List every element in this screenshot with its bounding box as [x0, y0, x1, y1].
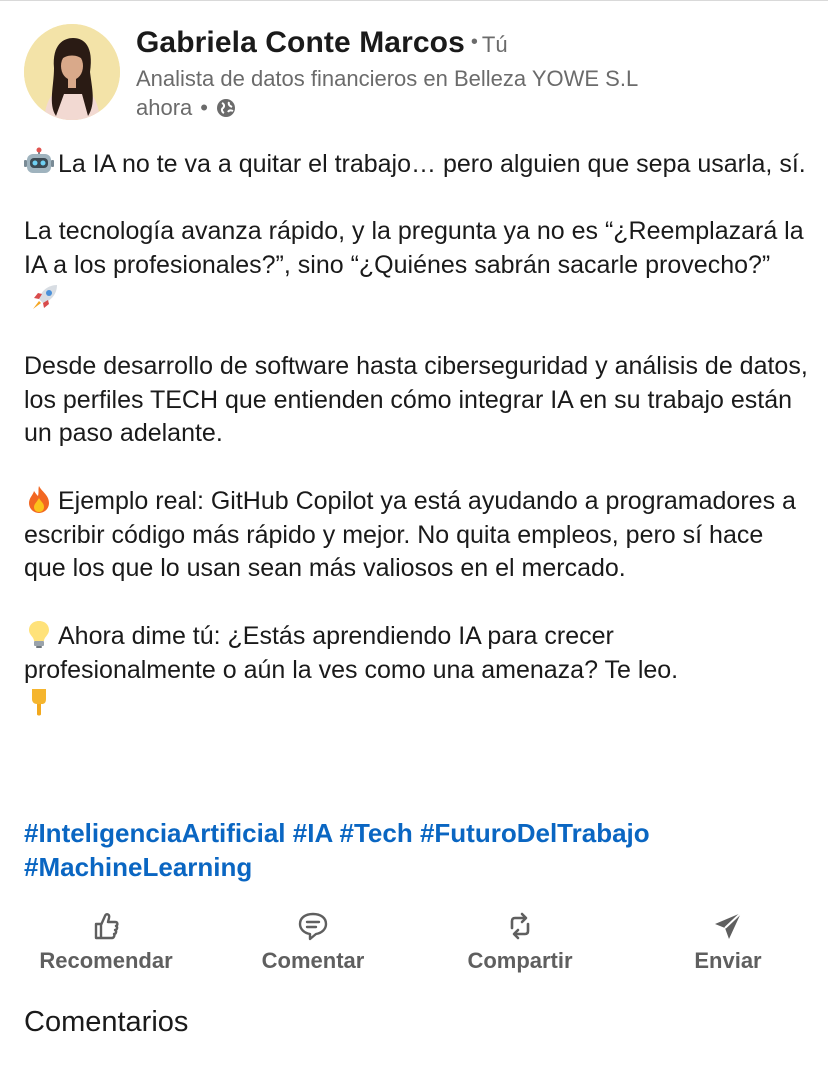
share-button[interactable]: Compartir	[430, 910, 610, 974]
post-paragraph: La IA no te va a quitar el trabajo… pero…	[24, 147, 809, 182]
top-divider	[0, 0, 828, 1]
like-button[interactable]: Recomendar	[16, 910, 196, 974]
like-label: Recomendar	[39, 948, 173, 973]
post-meta: ahora •	[136, 95, 236, 121]
send-button[interactable]: Enviar	[638, 910, 818, 974]
rocket-icon	[30, 282, 60, 312]
post-actions-bar: Recomendar Comentar Compartir Enviar	[0, 910, 828, 980]
post-time: ahora	[136, 95, 193, 120]
post-paragraph: Desde desarrollo de software hasta ciber…	[24, 350, 809, 451]
comment-icon	[298, 912, 328, 941]
send-icon	[715, 912, 742, 939]
post-text-2: La tecnología avanza rápido, y la pregun…	[24, 217, 804, 279]
comments-heading: Comentarios	[24, 1006, 189, 1038]
post-paragraph: Ahora dime tú: ¿Estás aprendiendo IA par…	[24, 619, 809, 722]
relation-badge: Tú	[481, 32, 508, 57]
meta-separator: •	[200, 95, 208, 120]
post-text-5: Ahora dime tú: ¿Estás aprendiendo IA par…	[24, 622, 679, 684]
post-header: Gabriela Conte Marcos • Tú Analista de dat…	[24, 24, 804, 124]
post-body: La IA no te va a quitar el trabajo… pero…	[24, 147, 809, 722]
send-label: Enviar	[694, 948, 762, 973]
hashtag-link[interactable]: #FuturoDelTrabajo	[420, 818, 650, 848]
author-headline: Analista de datos financieros en Belleza…	[136, 66, 639, 91]
globe-icon	[216, 98, 236, 118]
comment-button[interactable]: Comentar	[223, 910, 403, 974]
post-text-3: Desde desarrollo de software hasta ciber…	[24, 352, 808, 447]
name-separator: •	[470, 31, 478, 53]
lightbulb-icon	[24, 619, 54, 649]
hashtag-link[interactable]: #InteligenciaArtificial	[24, 818, 286, 848]
share-label: Compartir	[467, 948, 573, 973]
repost-icon	[510, 912, 530, 940]
avatar[interactable]	[24, 24, 120, 120]
author-name[interactable]: Gabriela Conte Marcos	[136, 26, 465, 59]
thumbs-up-icon	[94, 913, 119, 940]
comment-label: Comentar	[261, 948, 365, 973]
post-paragraph: La tecnología avanza rápido, y la pregun…	[24, 215, 809, 317]
fire-icon	[24, 484, 54, 514]
robot-icon	[24, 147, 54, 177]
pointing-down-icon	[24, 687, 54, 717]
post-text-4: Ejemplo real: GitHub Copilot ya está ayu…	[24, 487, 796, 582]
hashtag-link[interactable]: #IA	[293, 818, 333, 848]
hashtag-link[interactable]: #Tech	[340, 818, 413, 848]
post-text-1: La IA no te va a quitar el trabajo… pero…	[58, 150, 806, 178]
hashtag-list: #InteligenciaArtificial #IA #Tech #Futur…	[24, 816, 809, 884]
hashtag-link[interactable]: #MachineLearning	[24, 852, 252, 882]
post-paragraph: Ejemplo real: GitHub Copilot ya está ayu…	[24, 484, 809, 586]
